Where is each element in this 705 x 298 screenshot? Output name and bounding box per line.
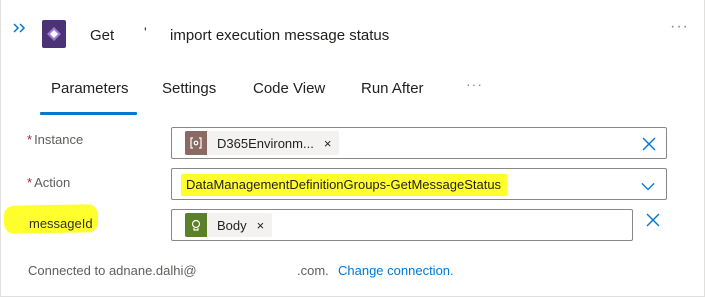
double-chevron-right-icon[interactable]: [12, 21, 26, 35]
power-apps-icon: [42, 20, 66, 48]
body-token[interactable]: Body ×: [185, 213, 273, 237]
tab-parameters[interactable]: Parameters: [51, 80, 129, 97]
body-output-icon: [185, 213, 207, 237]
instance-label: * Instance: [27, 132, 83, 147]
body-token-remove-icon[interactable]: ×: [257, 218, 265, 233]
instance-token-label: D365Environm...: [217, 135, 314, 151]
connection-domain-text: .com.: [297, 263, 329, 278]
remove-parameter-icon[interactable]: [646, 213, 660, 227]
required-marker: *: [27, 132, 33, 147]
action-label-text: Action: [34, 175, 71, 190]
tab-code-view[interactable]: Code View: [253, 80, 325, 97]
change-connection-link[interactable]: Change connection.: [338, 263, 454, 278]
instance-label-text: Instance: [34, 132, 84, 147]
clear-instance-icon[interactable]: [642, 137, 656, 151]
action-dropdown[interactable]: DataManagementDefinitionGroups-GetMessag…: [171, 168, 667, 200]
body-token-label: Body: [217, 217, 247, 233]
action-card: Get ' import execution message status ··…: [0, 0, 705, 297]
instance-token[interactable]: D365Environm... ×: [185, 131, 340, 155]
action-title-part2[interactable]: import execution message status: [170, 27, 389, 44]
tabs-more-icon[interactable]: ···: [466, 76, 483, 92]
action-title-redacted: ': [144, 24, 147, 40]
instance-token-remove-icon[interactable]: ×: [324, 136, 332, 151]
required-marker: *: [27, 175, 33, 190]
messageid-label: messageId: [29, 216, 93, 231]
action-selected-value: DataManagementDefinitionGroups-GetMessag…: [186, 177, 502, 192]
more-options-icon[interactable]: ···: [670, 18, 689, 36]
tab-settings[interactable]: Settings: [162, 80, 216, 97]
connection-info-text: Connected to adnane.dalhi@: [28, 263, 197, 278]
action-title-part1[interactable]: Get: [90, 27, 114, 44]
messageid-field[interactable]: Body ×: [171, 209, 633, 241]
instance-field[interactable]: D365Environm... ×: [171, 127, 667, 159]
selected-tab-indicator: [40, 112, 137, 115]
parameter-icon: [185, 131, 207, 155]
chevron-down-icon[interactable]: [641, 179, 655, 193]
action-label: * Action: [27, 175, 70, 190]
tab-run-after[interactable]: Run After: [361, 80, 424, 97]
